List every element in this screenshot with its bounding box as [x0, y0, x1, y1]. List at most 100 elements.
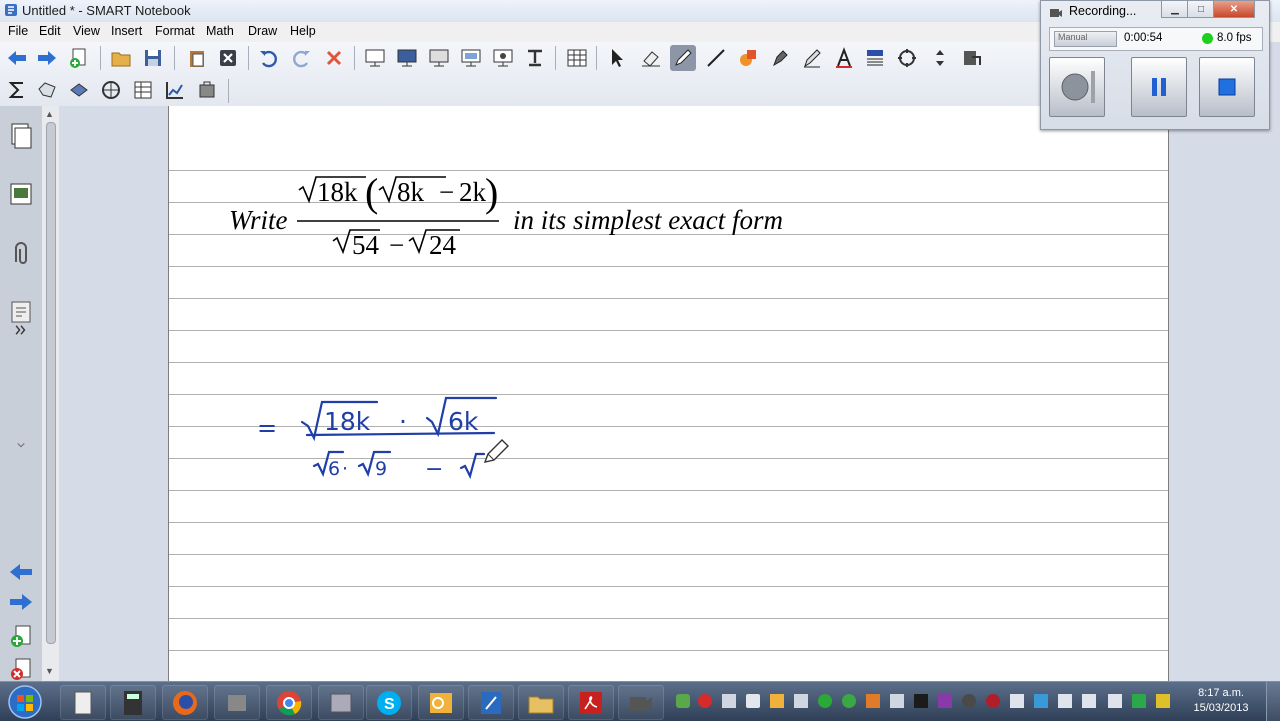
taskbar-tool[interactable] [214, 685, 260, 720]
mode-dropdown[interactable]: Manual [1054, 31, 1117, 47]
tray-media-icon[interactable] [914, 694, 928, 708]
line-icon[interactable] [703, 45, 729, 71]
protractor-icon[interactable] [98, 77, 124, 103]
scroll-down-icon[interactable]: ▼ [45, 666, 54, 676]
tray-outlook-icon[interactable] [770, 694, 784, 708]
taskbar-calculator[interactable] [110, 685, 156, 720]
vertical-scrollbar[interactable]: ▲ ▼ [42, 106, 60, 681]
creative-pen-icon[interactable] [799, 45, 825, 71]
next-page-icon[interactable] [34, 45, 60, 71]
scroll-thumb[interactable] [46, 122, 56, 644]
taskbar-chrome[interactable] [266, 685, 312, 720]
magic-pen-icon[interactable] [767, 45, 793, 71]
taskbar-app-6[interactable] [318, 685, 364, 720]
windows-start-icon[interactable] [4, 683, 46, 721]
tray-window-icon[interactable] [722, 694, 736, 708]
shapes-icon[interactable] [735, 45, 761, 71]
menu-edit[interactable]: Edit [39, 24, 61, 38]
tray-usb-icon[interactable] [1156, 694, 1170, 708]
full-screen-icon[interactable] [394, 45, 420, 71]
gallery-icon[interactable] [6, 176, 36, 212]
panel-collapse-chevron-icon[interactable] [12, 436, 30, 454]
notebook-page[interactable]: Write 18k ( 8k − 2k ) 54 − 24 in its sim… [168, 106, 1169, 681]
minimize-button[interactable]: ▁ [1161, 1, 1189, 18]
recorder-window[interactable]: Recording... ▁ □ ✕ Manual 0:00:54 8.0 fp… [1040, 0, 1270, 130]
text-icon[interactable] [831, 45, 857, 71]
taskbar-recorder[interactable] [618, 685, 664, 720]
menu-format[interactable]: Format [155, 24, 195, 38]
open-folder-icon[interactable] [108, 45, 134, 71]
display-screens-icon[interactable] [458, 45, 484, 71]
tray-stop-icon[interactable] [698, 694, 712, 708]
select-arrow-icon[interactable] [604, 45, 630, 71]
taskbar-acrobat[interactable] [568, 685, 614, 720]
fill-icon[interactable] [862, 45, 888, 71]
undo-icon[interactable] [256, 45, 282, 71]
taskbar-notes[interactable] [468, 685, 514, 720]
previous-page-icon[interactable] [4, 45, 30, 71]
redo-icon[interactable] [288, 45, 314, 71]
paste-icon[interactable] [184, 45, 210, 71]
properties-icon[interactable] [894, 45, 920, 71]
taskbar-skype[interactable]: S [366, 685, 412, 720]
taskbar-app-1[interactable] [60, 685, 106, 720]
tray-power-icon[interactable] [962, 694, 976, 708]
tray-security-icon[interactable] [842, 694, 856, 708]
close-button[interactable]: ✕ [1213, 1, 1255, 18]
shape-2d-icon[interactable] [34, 77, 60, 103]
pause-button[interactable] [1131, 57, 1187, 117]
tray-notes-icon[interactable] [1010, 694, 1024, 708]
taskbar-explorer[interactable] [518, 685, 564, 720]
record-button[interactable] [1049, 57, 1105, 117]
tray-monitor-icon[interactable] [1108, 694, 1122, 708]
graph-icon[interactable] [162, 77, 188, 103]
add-page-side-icon[interactable] [6, 618, 36, 654]
menu-math[interactable]: Math [206, 24, 234, 38]
menu-insert[interactable]: Insert [111, 24, 142, 38]
menu-view[interactable]: View [73, 24, 100, 38]
delete-icon[interactable] [321, 45, 347, 71]
show-desktop-button[interactable] [1266, 682, 1280, 721]
tray-display-icon[interactable] [1058, 694, 1072, 708]
page-sorter-icon[interactable] [6, 118, 36, 154]
tray-settings-icon[interactable] [890, 694, 904, 708]
taskbar-outlook[interactable] [418, 685, 464, 720]
menu-draw[interactable]: Draw [248, 24, 277, 38]
attachments-icon[interactable] [6, 236, 36, 272]
maximize-button[interactable]: □ [1187, 1, 1215, 18]
tray-opera-icon[interactable] [986, 694, 1000, 708]
handwritten-working[interactable]: = 18k · 6k 6 · 9 − [169, 266, 1168, 586]
pen-icon[interactable] [670, 45, 696, 71]
menu-help[interactable]: Help [290, 24, 316, 38]
math-tools-icon[interactable] [194, 77, 220, 103]
system-clock[interactable]: 8:17 a.m. 15/03/2013 [1186, 686, 1256, 716]
tray-wireless-icon[interactable] [818, 694, 832, 708]
next-page-side-icon[interactable] [6, 584, 36, 620]
transparent-background-icon[interactable] [426, 45, 452, 71]
eraser-icon[interactable] [638, 45, 664, 71]
math-table-icon[interactable] [130, 77, 156, 103]
delete-page-icon[interactable] [215, 45, 241, 71]
customize-toolbar-icon[interactable] [958, 45, 984, 71]
tray-cancel-icon[interactable] [746, 694, 760, 708]
save-icon[interactable] [140, 45, 166, 71]
screen-capture-icon[interactable] [490, 45, 516, 71]
sum-icon[interactable] [4, 77, 30, 103]
menu-file[interactable]: File [8, 24, 28, 38]
move-toolbar-icon[interactable] [927, 45, 953, 71]
tray-volume-icon[interactable] [1082, 694, 1096, 708]
taskbar-firefox[interactable] [162, 685, 208, 720]
stop-button[interactable] [1199, 57, 1255, 117]
screen-shade-icon[interactable] [362, 45, 388, 71]
tray-graph-icon[interactable] [1132, 694, 1146, 708]
tray-check-icon[interactable] [676, 694, 690, 708]
expand-panel-icon[interactable] [6, 320, 36, 340]
add-page-icon[interactable] [66, 45, 92, 71]
table-icon[interactable] [564, 45, 590, 71]
tray-app-icon[interactable] [794, 694, 808, 708]
tray-network-icon[interactable] [1034, 694, 1048, 708]
tray-onenote-icon[interactable] [938, 694, 952, 708]
tray-firefox-icon[interactable] [866, 694, 880, 708]
document-camera-icon[interactable] [522, 45, 548, 71]
scroll-up-icon[interactable]: ▲ [45, 109, 54, 119]
